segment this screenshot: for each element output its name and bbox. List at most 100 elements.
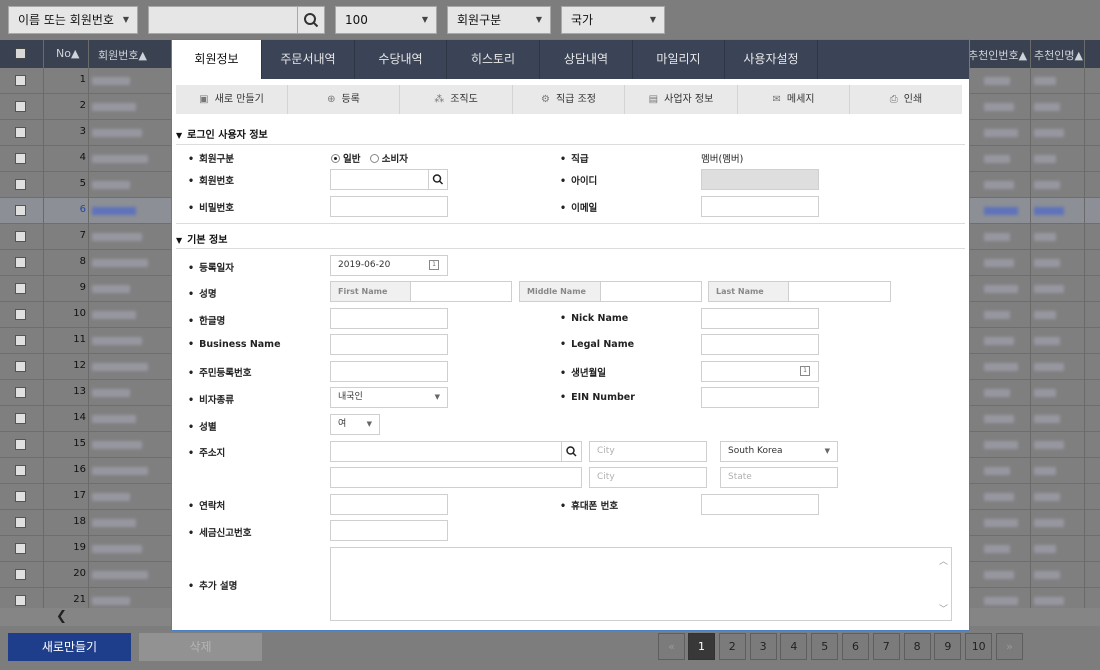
row-checkbox[interactable] (15, 491, 26, 502)
radio-general-indicator[interactable] (331, 154, 340, 163)
radio-consumer-indicator[interactable] (369, 154, 379, 163)
col-recommender-name[interactable]: 추천인명▲ (1034, 47, 1083, 63)
page-button[interactable]: 4 (780, 633, 808, 660)
row-checkbox[interactable] (15, 465, 26, 476)
resident-no-input[interactable] (330, 361, 448, 382)
nick-name-input[interactable] (701, 308, 819, 329)
member-type-select[interactable]: 회원구분 ▼ (447, 6, 551, 34)
page-button[interactable]: 5 (811, 633, 839, 660)
reg-date-input[interactable]: 2019-06-20 1 (330, 255, 448, 276)
city-input-2[interactable]: City (589, 467, 707, 488)
email-input[interactable] (701, 196, 819, 217)
collapse-triangle-icon[interactable]: ▼ (176, 236, 182, 245)
toolbar-print-button[interactable]: ⎙ 인쇄 (850, 85, 962, 114)
note-textarea[interactable]: ︿ ﹀ (330, 547, 952, 621)
birth-input[interactable]: 1 (701, 361, 819, 382)
page-next-button[interactable]: » (996, 633, 1023, 660)
page-button[interactable]: 1 (688, 633, 715, 660)
toolbar-register-button[interactable]: ⊕ 등록 (288, 85, 400, 114)
gender-select[interactable]: 여 ▼ (330, 414, 380, 435)
row-checkbox[interactable] (15, 127, 26, 138)
tax-input[interactable] (330, 520, 448, 541)
search-input[interactable] (148, 6, 298, 34)
row-checkbox[interactable] (15, 439, 26, 450)
row-checkbox[interactable] (15, 75, 26, 86)
row-checkbox[interactable] (15, 101, 26, 112)
calendar-icon[interactable]: 1 (800, 366, 810, 376)
col-no[interactable]: No▲ (56, 47, 79, 60)
scroll-down-icon[interactable]: ﹀ (939, 602, 948, 615)
radio-general[interactable]: 일반 (331, 154, 360, 165)
toolbar-rank-button[interactable]: ⚙ 직급 조정 (513, 85, 625, 114)
row-checkbox[interactable] (15, 595, 26, 606)
page-size-select[interactable]: 100 ▼ (335, 6, 437, 34)
member-no-input[interactable] (330, 169, 429, 190)
member-no-search-button[interactable] (428, 169, 448, 190)
row-checkbox[interactable] (15, 283, 26, 294)
toolbar-message-button[interactable]: ✉ 메세지 (738, 85, 850, 114)
password-input[interactable] (330, 196, 448, 217)
row-checkbox[interactable] (15, 543, 26, 554)
tab-consultation[interactable]: 상담내역 (540, 40, 633, 79)
row-checkbox[interactable] (15, 387, 26, 398)
row-checkbox[interactable] (15, 153, 26, 164)
contact-input[interactable] (330, 494, 448, 515)
country-select-modal[interactable]: South Korea ▼ (720, 441, 838, 462)
ein-input[interactable] (701, 387, 819, 408)
page-button[interactable]: 2 (718, 633, 746, 660)
page-button[interactable]: 8 (903, 633, 931, 660)
korean-name-input[interactable] (330, 308, 448, 329)
row-checkbox[interactable] (15, 231, 26, 242)
middle-name-input[interactable]: Middle Name (519, 281, 702, 302)
tab-member-info[interactable]: 회원정보 (172, 40, 262, 79)
page-button[interactable]: 10 (965, 633, 993, 660)
page-button[interactable]: 7 (872, 633, 900, 660)
address-input[interactable] (330, 441, 562, 462)
scroll-up-icon[interactable]: ︿ (939, 554, 948, 567)
new-member-button[interactable]: 새로만들기 (8, 633, 131, 661)
delete-button[interactable]: 삭제 (139, 633, 262, 661)
page-button[interactable]: 6 (842, 633, 869, 660)
tab-user-settings[interactable]: 사용자설정 (725, 40, 818, 79)
radio-consumer[interactable]: 소비자 (369, 154, 408, 165)
page-prev-button[interactable]: « (658, 633, 685, 660)
select-all-checkbox[interactable] (15, 48, 26, 59)
search-type-select[interactable]: 이름 또는 회원번호 ▼ (8, 6, 138, 34)
state-input[interactable]: State (720, 467, 838, 488)
col-recommender-no[interactable]: 추천인번호▲ (968, 47, 1027, 63)
page-button[interactable]: 3 (749, 633, 777, 660)
last-name-input[interactable]: Last Name (708, 281, 891, 302)
collapse-triangle-icon[interactable]: ▼ (176, 131, 182, 140)
city-input[interactable]: City (589, 441, 707, 462)
country-select[interactable]: 국가 ▼ (561, 6, 665, 34)
address-detail-input[interactable] (330, 467, 582, 488)
toolbar-org-chart-button[interactable]: ⁂ 조직도 (400, 85, 513, 114)
scroll-left-icon[interactable]: ❮ (56, 609, 67, 624)
row-checkbox[interactable] (15, 517, 26, 528)
business-name-input[interactable] (330, 334, 448, 355)
row-checkbox[interactable] (15, 361, 26, 372)
calendar-icon[interactable]: 1 (429, 260, 439, 270)
address-search-button[interactable] (561, 441, 582, 462)
row-checkbox[interactable] (15, 413, 26, 424)
page-button[interactable]: 9 (934, 633, 962, 660)
row-checkbox[interactable] (15, 309, 26, 320)
first-name-input[interactable]: First Name (330, 281, 512, 302)
search-button[interactable] (297, 6, 325, 34)
legal-name-input[interactable] (701, 334, 819, 355)
tab-orders[interactable]: 주문서내역 (262, 40, 355, 79)
row-checkbox[interactable] (15, 205, 26, 216)
tab-mileage[interactable]: 마일리지 (633, 40, 725, 79)
row-checkbox[interactable] (15, 179, 26, 190)
toolbar-new-button[interactable]: ▣ 새로 만들기 (176, 85, 288, 114)
visa-select[interactable]: 내국인 ▼ (330, 387, 448, 408)
row-checkbox[interactable] (15, 335, 26, 346)
mobile-input[interactable] (701, 494, 819, 515)
row-checkbox[interactable] (15, 257, 26, 268)
search-icon (304, 13, 319, 28)
tab-history[interactable]: 히스토리 (447, 40, 540, 79)
tab-commission[interactable]: 수당내역 (355, 40, 447, 79)
toolbar-business-button[interactable]: ▤ 사업자 정보 (625, 85, 738, 114)
row-checkbox[interactable] (15, 569, 26, 580)
col-member-no[interactable]: 회원번호▲ (98, 47, 147, 63)
